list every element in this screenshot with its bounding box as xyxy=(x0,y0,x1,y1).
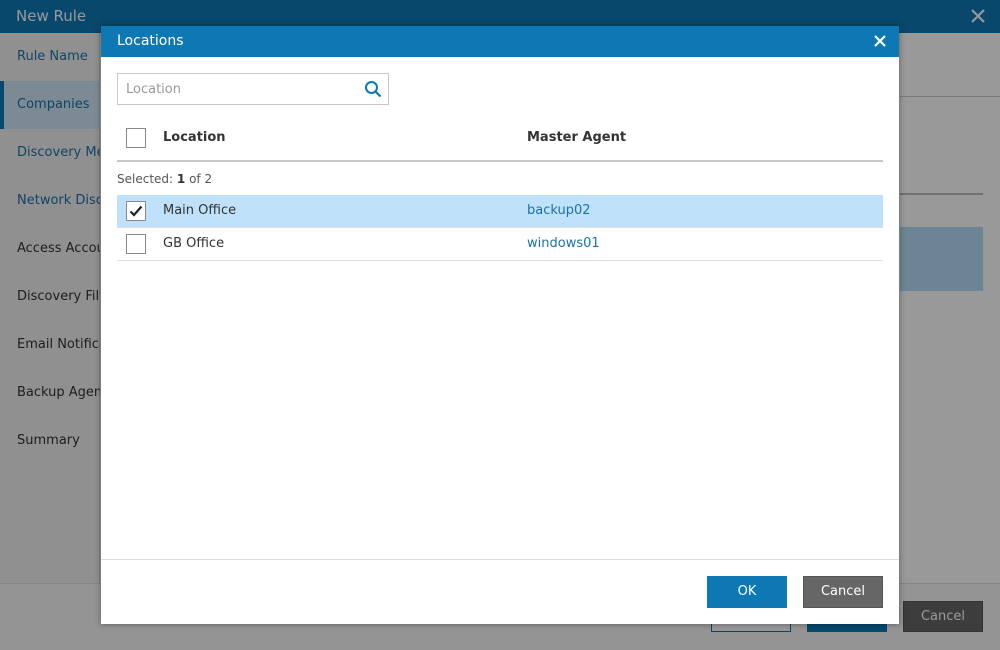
ok-button[interactable]: OK xyxy=(707,576,787,608)
selected-label: Selected: xyxy=(117,172,174,186)
locations-dialog: Locations Location Master Agent Selected… xyxy=(101,26,899,624)
selected-count: Selected: 1 of 2 xyxy=(117,172,212,186)
cancel-button[interactable]: Cancel xyxy=(803,576,883,608)
dialog-titlebar: Locations xyxy=(101,26,899,57)
selected-number: 1 xyxy=(176,172,186,186)
location-search xyxy=(117,73,389,105)
search-icon[interactable] xyxy=(364,80,382,98)
cell-master-agent[interactable]: backup02 xyxy=(527,203,591,218)
row-checkbox[interactable] xyxy=(126,234,146,254)
dialog-title: Locations xyxy=(117,33,184,49)
selected-total: of 2 xyxy=(189,172,213,186)
cell-location: Main Office xyxy=(163,203,237,218)
column-header-master-agent[interactable]: Master Agent xyxy=(527,130,626,145)
checkmark-icon xyxy=(129,205,143,217)
row-checkbox[interactable] xyxy=(126,201,146,221)
table-row[interactable]: Main Office backup02 xyxy=(117,195,883,228)
select-all-checkbox[interactable] xyxy=(126,128,146,148)
cell-master-agent[interactable]: windows01 xyxy=(527,236,600,251)
cell-location: GB Office xyxy=(163,236,225,251)
close-icon[interactable] xyxy=(871,32,889,50)
search-input[interactable] xyxy=(118,74,354,104)
column-header-location[interactable]: Location xyxy=(163,130,226,145)
table-row[interactable]: GB Office windows01 xyxy=(117,228,883,261)
grid-header: Location Master Agent xyxy=(117,122,883,162)
